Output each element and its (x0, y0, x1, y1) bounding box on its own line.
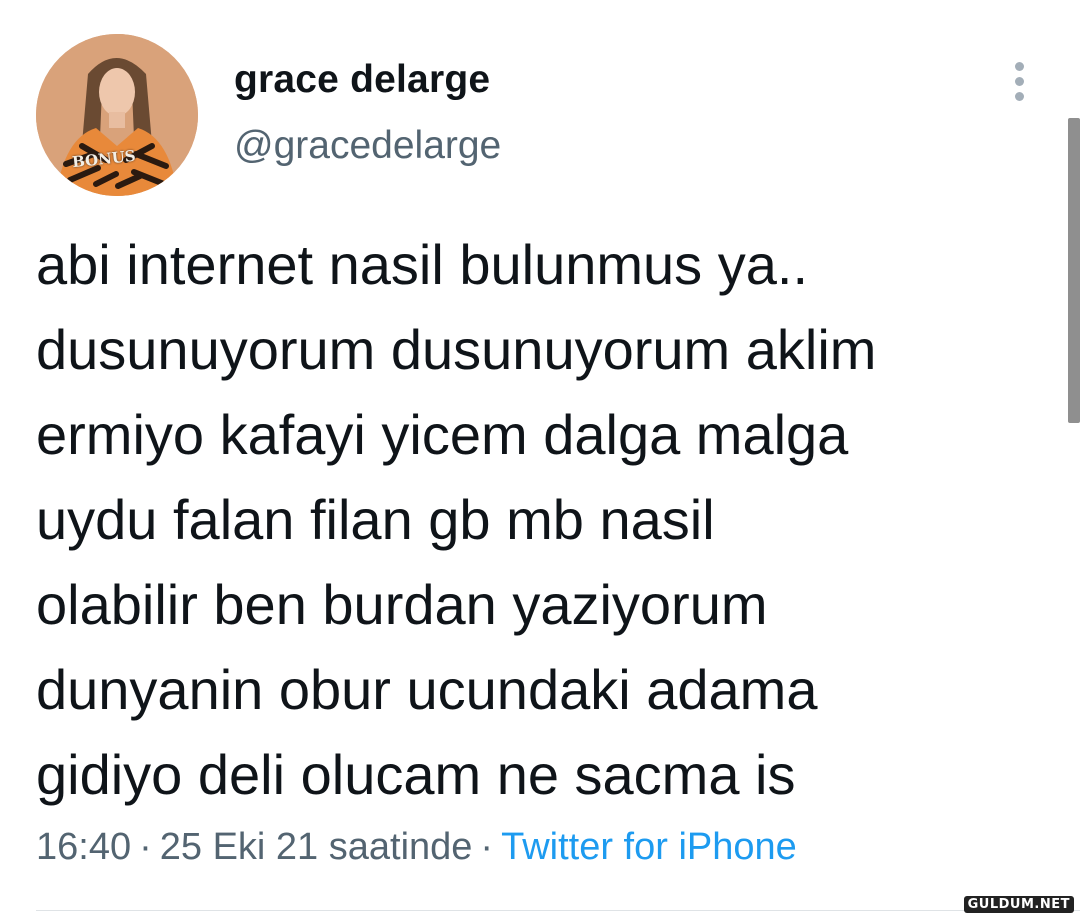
display-name[interactable]: grace delarge (234, 58, 490, 102)
scrollbar[interactable] (1068, 118, 1080, 423)
tweet-line: gidiyo deli olucam ne sacma is (36, 743, 796, 806)
tweet-line: dunyanin obur ucundaki adama (36, 658, 818, 721)
tweet-line: uydu falan filan gb mb nasil (36, 488, 715, 551)
tweet-time[interactable]: 16:40 (36, 826, 131, 868)
user-handle[interactable]: @gracedelarge (234, 124, 501, 168)
tweet-meta: 16:40 · 25 Eki 21 saatinde · Twitter for iPh… (36, 826, 797, 869)
watermark: GULDUM.NET (963, 896, 1074, 913)
tweet-source-link[interactable]: Twitter for iPhone (501, 826, 797, 868)
divider (36, 910, 1080, 911)
tweet-line: olabilir ben burdan yaziyorum (36, 573, 768, 636)
tweet-date[interactable]: 25 Eki 21 saatinde (160, 826, 473, 868)
more-vertical-icon[interactable] (1008, 60, 1032, 104)
meta-separator: · (480, 826, 494, 868)
tweet-text: abi internet nasil bulunmus ya.. dusunuy… (36, 222, 1046, 817)
avatar[interactable]: BONUS (36, 34, 198, 196)
tweet-line: ermiyo kafayi yicem dalga malga (36, 403, 849, 466)
tweet-line: dusunuyorum dusunuyorum aklim (36, 318, 877, 381)
tweet-line: abi internet nasil bulunmus ya.. (36, 233, 808, 296)
meta-separator: · (139, 826, 152, 868)
avatar-image (36, 34, 198, 196)
